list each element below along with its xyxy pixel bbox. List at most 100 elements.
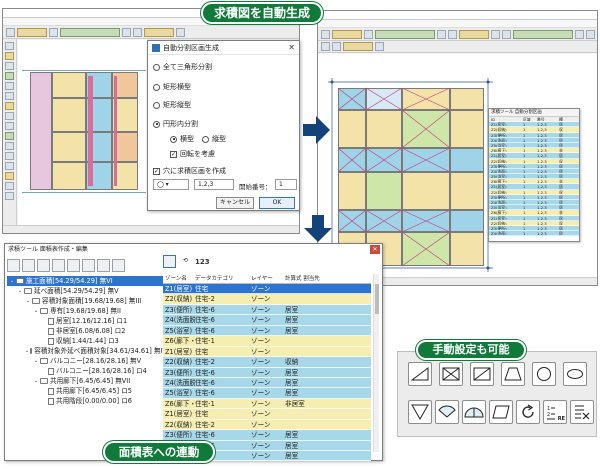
tool-button[interactable] — [5, 162, 14, 170]
radio-circle[interactable] — [153, 101, 160, 109]
table-icon[interactable] — [112, 258, 125, 272]
copy-icon[interactable] — [52, 258, 65, 272]
ok-button[interactable]: OK — [259, 197, 295, 209]
toolbar-button[interactable] — [375, 29, 435, 39]
toolbar-button[interactable] — [513, 29, 573, 39]
tool-button[interactable] — [5, 52, 14, 60]
tool-button[interactable] — [5, 182, 14, 190]
toolbar-button[interactable] — [6, 27, 15, 37]
ellipse-icon[interactable] — [563, 362, 587, 386]
start-number-input[interactable]: 1 — [275, 179, 297, 190]
rect-diagonal-icon[interactable] — [470, 362, 494, 386]
radio-circle[interactable] — [202, 135, 209, 143]
inverted-triangle-icon[interactable] — [408, 400, 432, 424]
triangle-split-icon[interactable] — [408, 362, 432, 386]
zone-assign-icon[interactable]: ⟲ — [179, 255, 192, 268]
toolbar-button[interactable] — [491, 29, 500, 39]
collapse-icon[interactable]: ⌄ — [33, 376, 39, 386]
move-down-icon[interactable] — [82, 258, 95, 272]
toolbar-button[interactable] — [437, 29, 446, 39]
renumber-icon[interactable]: 12 RE — [543, 400, 567, 424]
tree-row[interactable]: ⌄ 延べ面積[54.29/54.29] 無V — [7, 286, 165, 296]
table-row[interactable]: Z3(便所) 住宅-6 ゾーン 居室 — [163, 304, 371, 316]
collapse-icon[interactable]: ⌄ — [9, 276, 15, 286]
collapse-icon[interactable]: ⌄ — [33, 306, 39, 316]
tree-row[interactable]: 収納[1.44/1.44] ロ3 — [7, 336, 165, 346]
renumber-icon[interactable]: 123 — [195, 258, 210, 266]
tool-button[interactable] — [5, 42, 14, 50]
grid-header-cell[interactable]: 計算式 割当先 — [285, 274, 371, 283]
table-row[interactable]: Z6(廊下・ 住宅-1 ゾーン — [163, 336, 371, 347]
move-up-icon[interactable] — [67, 258, 80, 272]
tree-row[interactable]: ⌄ 容積対象面積[19.68/19.68] 無III — [7, 296, 165, 306]
toolbar-button[interactable] — [60, 27, 120, 37]
toolbar-button[interactable] — [575, 29, 584, 39]
tool-button[interactable] — [5, 192, 14, 200]
tool-button[interactable] — [5, 132, 14, 140]
collapse-icon[interactable]: ⌄ — [17, 286, 23, 296]
collapse-icon[interactable]: ⌄ — [25, 296, 31, 306]
checkbox-box[interactable]: ✓ — [153, 167, 160, 175]
tree-row[interactable]: ⌄ 専有[19.68/19.68] 無II — [7, 306, 165, 316]
tree-row[interactable]: ⌄ 共用廊下[6.45/6.45] 無VII — [7, 376, 165, 386]
grid-header-cell[interactable]: データカテゴリ — [195, 274, 251, 283]
collapse-icon[interactable]: ⌄ — [25, 346, 29, 356]
table-row[interactable]: Z1(居室) 住宅 ゾーン — [163, 409, 371, 420]
tree-row[interactable]: バルコニー[28.16/28.16] ロ4 — [7, 366, 165, 376]
table-row[interactable]: Z2(収納) 住宅-2 ゾーン 収納 — [163, 357, 371, 368]
tree-row[interactable]: 居室[12.16/12.16] ロ1 — [7, 316, 165, 326]
toolbar-button[interactable] — [49, 27, 58, 37]
tree-row[interactable]: 非居室[6.08/6.08] ロ2 — [7, 326, 165, 336]
tree-row[interactable]: ⌄ 容積対象外延べ面積対象[34.61/34.61] 無IV — [7, 346, 167, 356]
radio-circle[interactable] — [153, 120, 160, 128]
tool-button[interactable] — [5, 142, 14, 150]
toolbar-button[interactable] — [122, 27, 131, 37]
trapezoid-icon[interactable] — [501, 362, 525, 386]
tool-button[interactable] — [5, 72, 14, 80]
grid-header-cell[interactable]: レイヤー — [251, 274, 285, 283]
tree-row[interactable]: 共用階段[0.00/0.00] ロ6 — [7, 396, 165, 406]
table-row[interactable]: Z3(便所) 住宅-6 ゾーン 居室 — [163, 430, 371, 441]
tool-button[interactable] — [5, 112, 14, 120]
tool-button[interactable] — [5, 82, 14, 90]
edit-icon[interactable] — [97, 258, 110, 272]
toolbar-button[interactable] — [321, 29, 330, 39]
toolbar-button[interactable] — [586, 29, 595, 39]
radio-sub-horizontal[interactable]: 横型 — [170, 134, 194, 144]
tool-button[interactable] — [5, 172, 14, 180]
toolbar-button[interactable] — [364, 29, 373, 39]
table-row[interactable]: Z4(洗面脱住宅-6 ゾーン 居室 — [163, 315, 371, 326]
table-row[interactable]: Z2(収納) 住宅-2 ゾーン — [163, 419, 371, 431]
checkbox-hole-zone[interactable]: ✓ 穴に求積区画を作成 — [153, 166, 226, 176]
list-item[interactable]: Z4(洗面) 1 1,2,3 居 — [489, 231, 579, 237]
table-row[interactable]: Z5(浴室)住宅-6 ゾーン 居室 — [163, 325, 371, 337]
toolbar-button[interactable] — [133, 27, 142, 37]
close-icon[interactable]: ✕ — [370, 245, 380, 254]
pie-sector-icon[interactable] — [435, 400, 459, 424]
home-icon[interactable] — [7, 258, 20, 272]
table-row[interactable]: Z3(便所) 住宅-6 ゾーン 居室 — [163, 367, 371, 378]
table-row[interactable]: Z2(収納) 住宅-2 ゾーン — [163, 294, 371, 305]
half-circle-icon[interactable] — [462, 400, 486, 424]
table-row[interactable]: Z5(浴室)住宅-6 ゾーン 居室 — [163, 388, 371, 399]
grid-header-cell[interactable]: ゾーン名 — [163, 274, 195, 283]
zone-pick-icon[interactable] — [163, 255, 176, 268]
toolbar-button[interactable] — [176, 27, 185, 37]
folder-up-icon[interactable] — [37, 258, 50, 272]
radio-circle-split[interactable]: 円形内分割 — [153, 119, 198, 129]
zone-grid-scrollbar[interactable] — [373, 274, 379, 452]
toolbar-button[interactable] — [375, 42, 384, 51]
toolbar-button[interactable] — [332, 42, 341, 51]
tree-row[interactable]: 共用廊下[6.45/6.45] ロ5 — [7, 386, 165, 396]
tool-button[interactable] — [5, 152, 14, 160]
tool-button[interactable] — [5, 102, 14, 110]
table-row[interactable]: Z4(洗面脱住宅-6 ゾーン 居室 — [163, 377, 371, 389]
radio-rect-vertical[interactable]: 矩形縦型 — [153, 100, 191, 110]
toolbar-button[interactable] — [502, 29, 511, 39]
radio-rect-horizontal[interactable]: 矩形横型 — [153, 82, 191, 92]
close-icon[interactable]: ✕ — [288, 43, 295, 52]
parallelogram-icon[interactable] — [489, 400, 513, 424]
delete-zone-icon[interactable] — [570, 400, 594, 424]
toolbar-button[interactable] — [144, 27, 174, 37]
tool-button[interactable] — [5, 92, 14, 100]
